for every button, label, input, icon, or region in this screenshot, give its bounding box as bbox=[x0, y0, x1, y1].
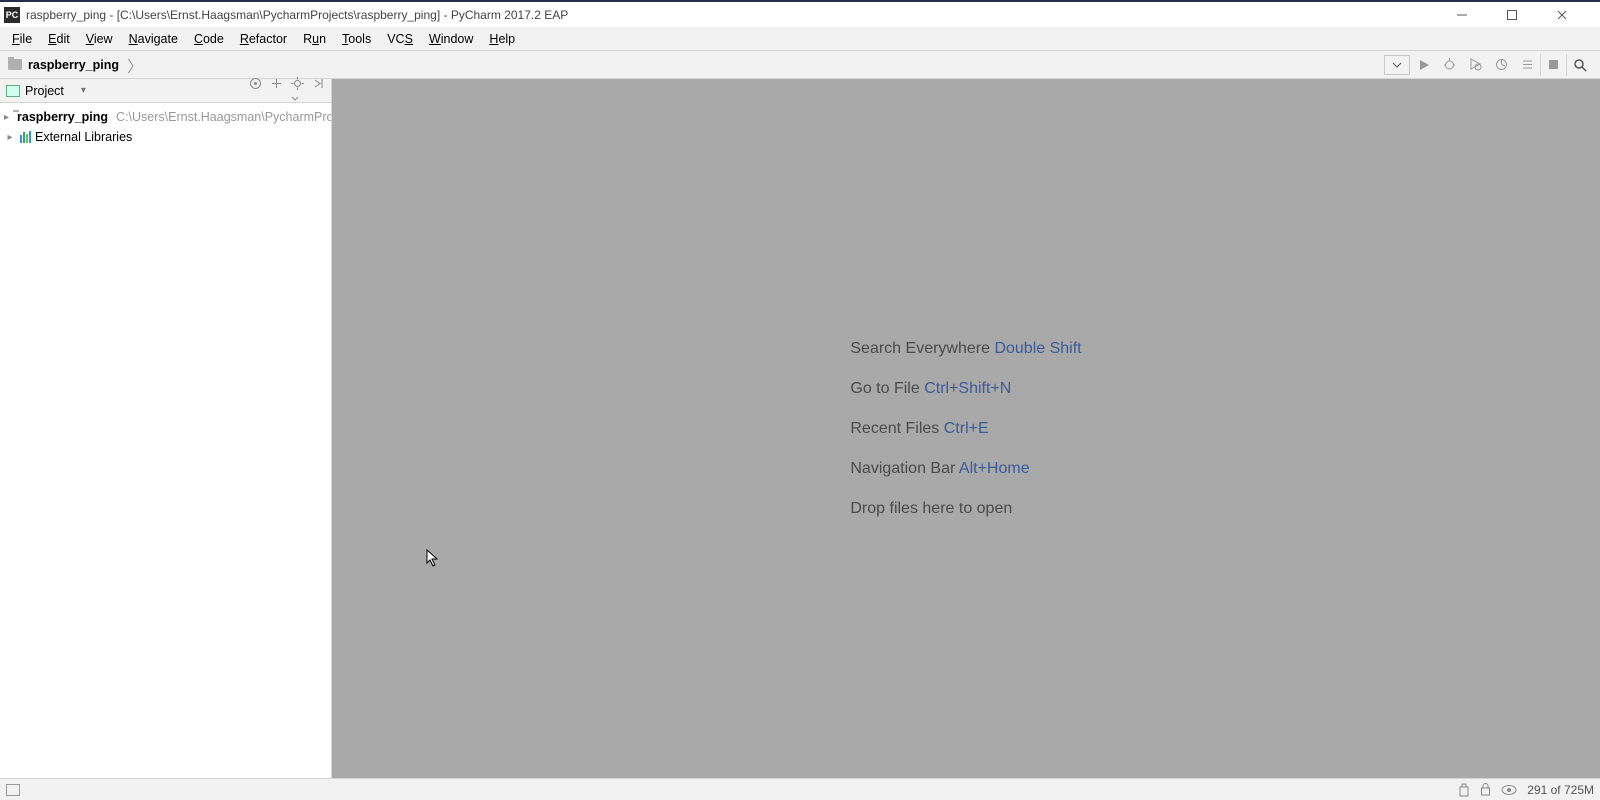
chevron-down-icon bbox=[1392, 62, 1402, 68]
editor-empty-area[interactable]: Search Everywhere Double Shift Go to Fil… bbox=[332, 79, 1600, 778]
play-icon bbox=[1418, 59, 1430, 71]
project-view-dropdown[interactable]: ▾ bbox=[81, 85, 86, 96]
search-button[interactable] bbox=[1566, 54, 1592, 76]
menu-navigate[interactable]: Navigate bbox=[121, 29, 186, 49]
window-titlebar: PC raspberry_ping - [C:\Users\Ernst.Haag… bbox=[0, 0, 1600, 27]
toolbar-right bbox=[1384, 54, 1592, 76]
menu-run[interactable]: Run bbox=[295, 29, 334, 49]
hint-nav-label: Navigation Bar bbox=[850, 460, 955, 477]
run-button[interactable] bbox=[1410, 54, 1436, 76]
breadcrumb[interactable]: raspberry_ping 〉 bbox=[8, 53, 143, 77]
app-icon: PC bbox=[4, 7, 20, 23]
run-coverage-button[interactable] bbox=[1462, 54, 1488, 76]
tree-node-path: C:\Users\Ernst.Haagsman\PycharmProjects\… bbox=[116, 110, 331, 124]
read-only-toggle[interactable] bbox=[1480, 783, 1491, 796]
stop-button[interactable] bbox=[1540, 54, 1566, 76]
folder-icon bbox=[8, 59, 22, 70]
collapse-all-button[interactable] bbox=[270, 77, 283, 105]
eye-icon bbox=[1501, 784, 1517, 796]
expand-icon[interactable]: ▸ bbox=[4, 112, 9, 123]
target-icon bbox=[249, 77, 262, 90]
menu-edit[interactable]: Edit bbox=[40, 29, 78, 49]
hint-goto-label: Go to File bbox=[850, 380, 919, 397]
libraries-icon bbox=[20, 131, 31, 143]
menu-file[interactable]: File bbox=[4, 29, 40, 49]
tree-node-label: raspberry_ping bbox=[17, 110, 108, 124]
maximize-button[interactable] bbox=[1506, 9, 1536, 21]
window-title: raspberry_ping - [C:\Users\Ernst.Haagsma… bbox=[26, 8, 1456, 22]
project-tool-title: Project bbox=[25, 84, 64, 98]
coverage-icon bbox=[1469, 58, 1482, 71]
concurrency-button[interactable] bbox=[1514, 54, 1540, 76]
menu-code[interactable]: Code bbox=[186, 29, 232, 49]
maximize-icon bbox=[1506, 9, 1518, 21]
close-button[interactable] bbox=[1556, 9, 1586, 21]
stop-icon bbox=[1548, 59, 1559, 70]
hint-recent-shortcut: Ctrl+E bbox=[944, 420, 989, 437]
lines-icon bbox=[1521, 58, 1534, 71]
search-icon bbox=[1573, 58, 1587, 72]
menu-view[interactable]: View bbox=[78, 29, 121, 49]
tool-settings-button[interactable] bbox=[291, 77, 304, 105]
debug-button[interactable] bbox=[1436, 54, 1462, 76]
chevron-down-icon bbox=[291, 96, 299, 102]
hint-goto-shortcut: Ctrl+Shift+N bbox=[924, 380, 1011, 397]
inspection-profile-button[interactable] bbox=[1501, 784, 1517, 796]
hint-nav-shortcut: Alt+Home bbox=[959, 460, 1030, 477]
project-view-icon bbox=[6, 85, 20, 97]
hector-icon bbox=[1458, 783, 1470, 797]
mouse-cursor-icon bbox=[426, 549, 440, 567]
hide-icon bbox=[312, 77, 325, 90]
tool-windows-toggle[interactable] bbox=[6, 784, 20, 796]
project-tree[interactable]: ▸ raspberry_ping C:\Users\Ernst.Haagsman… bbox=[0, 103, 331, 151]
tree-node-project-root[interactable]: ▸ raspberry_ping C:\Users\Ernst.Haagsman… bbox=[0, 107, 331, 127]
autoscroll-to-source-button[interactable] bbox=[249, 77, 262, 105]
navigation-bar: raspberry_ping 〉 bbox=[0, 51, 1600, 79]
minimize-icon bbox=[1456, 9, 1468, 21]
menu-tools[interactable]: Tools bbox=[334, 29, 379, 49]
status-bar: 291 of 725M bbox=[0, 778, 1600, 800]
menu-vcs[interactable]: VCS bbox=[379, 29, 421, 49]
hint-recent-label: Recent Files bbox=[850, 420, 939, 437]
menu-help[interactable]: Help bbox=[481, 29, 523, 49]
hint-search-shortcut: Double Shift bbox=[994, 340, 1081, 357]
profile-icon bbox=[1495, 58, 1508, 71]
breadcrumb-separator-icon: 〉 bbox=[127, 53, 143, 77]
breadcrumb-root: raspberry_ping bbox=[28, 58, 119, 72]
gear-icon bbox=[291, 77, 304, 90]
profile-button[interactable] bbox=[1488, 54, 1514, 76]
collapse-icon bbox=[270, 77, 283, 90]
editor-hints: Search Everywhere Double Shift Go to Fil… bbox=[850, 329, 1081, 529]
project-tool-header: Project ▾ bbox=[0, 79, 331, 103]
minimize-button[interactable] bbox=[1456, 9, 1486, 21]
memory-indicator[interactable]: 291 of 725M bbox=[1527, 783, 1594, 797]
close-icon bbox=[1556, 9, 1568, 21]
bug-icon bbox=[1443, 58, 1456, 71]
main-menu: File Edit View Navigate Code Refactor Ru… bbox=[0, 27, 1600, 51]
run-config-dropdown[interactable] bbox=[1384, 55, 1410, 75]
project-tool-window: Project ▾ ▸ bbox=[0, 79, 332, 778]
lock-icon bbox=[1480, 783, 1491, 796]
hide-tool-button[interactable] bbox=[312, 77, 325, 105]
expand-icon[interactable]: ▸ bbox=[4, 132, 16, 143]
menu-window[interactable]: Window bbox=[421, 29, 481, 49]
tree-node-external-libraries[interactable]: ▸ External Libraries bbox=[0, 127, 331, 147]
tree-node-label: External Libraries bbox=[35, 130, 132, 144]
hint-drop-label: Drop files here to open bbox=[850, 500, 1012, 517]
hint-search-label: Search Everywhere bbox=[850, 340, 990, 357]
ide-status-icon[interactable] bbox=[1458, 783, 1470, 797]
menu-refactor[interactable]: Refactor bbox=[232, 29, 295, 49]
